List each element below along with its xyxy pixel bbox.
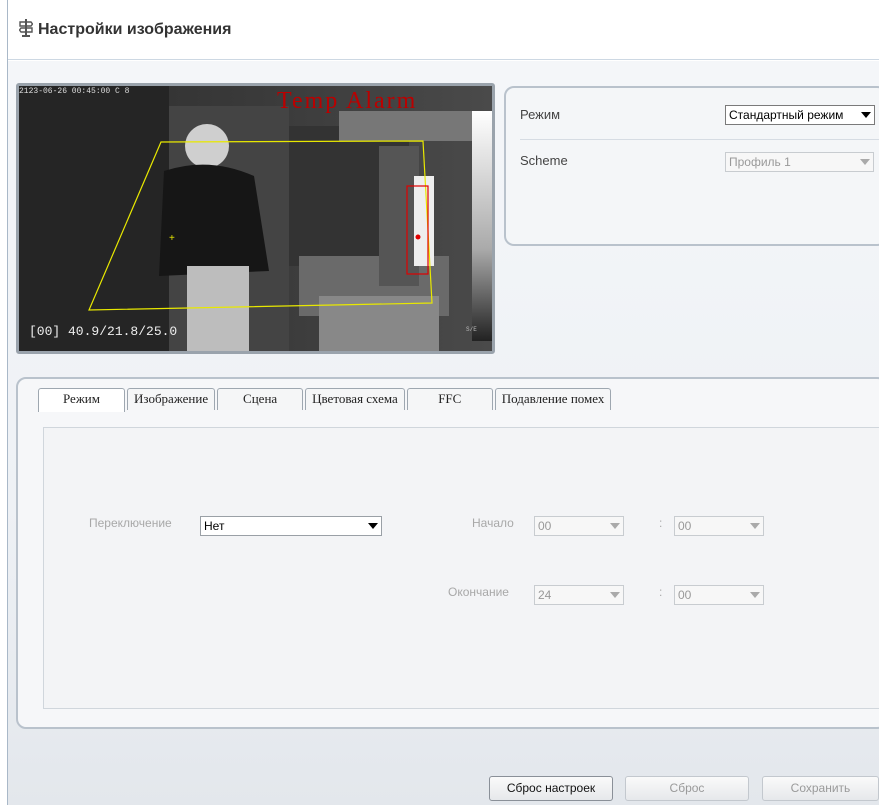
mode-select-value: Стандартный режим xyxy=(729,108,844,122)
chevron-down-icon xyxy=(750,592,760,598)
mode-tab-content: Переключение Нет Начало 00 : 00 Окончани… xyxy=(43,427,879,709)
page-header: Настройки изображения xyxy=(8,0,879,60)
reset-button[interactable]: Сброс xyxy=(625,776,749,801)
svg-text:+: + xyxy=(169,233,175,244)
time-separator: : xyxy=(659,585,663,599)
start-minute-select[interactable]: 00 xyxy=(674,516,764,536)
reset-defaults-button[interactable]: Сброс настроек xyxy=(489,776,613,801)
switch-select-value: Нет xyxy=(204,519,225,533)
settings-sign-icon xyxy=(19,19,33,37)
settings-tab-panel: Режим Изображение Сцена Цветовая схема F… xyxy=(16,377,879,729)
tab-image[interactable]: Изображение xyxy=(127,388,216,410)
chevron-down-icon xyxy=(368,523,378,529)
page-title: Настройки изображения xyxy=(38,21,232,38)
time-separator: : xyxy=(659,516,663,530)
mode-panel: Режим Стандартный режим Scheme Профиль 1 xyxy=(504,86,879,246)
start-minute-value: 00 xyxy=(678,519,692,533)
tab-scene[interactable]: Сцена xyxy=(217,388,304,410)
chevron-down-icon xyxy=(610,523,620,529)
scheme-select[interactable]: Профиль 1 xyxy=(725,152,874,172)
end-label: Окончание xyxy=(448,585,509,599)
scheme-select-value: Профиль 1 xyxy=(729,155,791,169)
video-timestamp: 2123-06-26 00:45:00 C 8 xyxy=(19,87,130,96)
chevron-down-icon xyxy=(860,159,870,165)
end-hour-value: 24 xyxy=(538,588,552,602)
video-preview[interactable]: + 2123-06-26 00:45:00 C 8 Temp Alarm [00… xyxy=(16,83,495,354)
tab-ffc[interactable]: FFC xyxy=(406,388,493,410)
chevron-down-icon xyxy=(610,592,620,598)
chevron-down-icon xyxy=(861,112,871,118)
switch-label: Переключение xyxy=(89,516,172,530)
switch-select[interactable]: Нет xyxy=(200,516,382,536)
video-corner-text: S/E xyxy=(466,326,477,333)
tab-bar: Режим Изображение Сцена Цветовая схема F… xyxy=(38,388,613,412)
end-minute-value: 00 xyxy=(678,588,692,602)
tab-noise-reduction[interactable]: Подавление помех xyxy=(494,388,612,410)
divider xyxy=(520,139,879,140)
mode-select[interactable]: Стандартный режим xyxy=(725,105,875,125)
scheme-label: Scheme xyxy=(520,153,568,168)
temperature-readout: [00] 40.9/21.8/25.0 xyxy=(29,324,178,339)
temp-alarm-label: Temp Alarm xyxy=(277,88,418,114)
start-hour-value: 00 xyxy=(538,519,552,533)
start-label: Начало xyxy=(472,516,514,530)
tab-mode[interactable]: Режим xyxy=(38,388,125,412)
end-minute-select[interactable]: 00 xyxy=(674,585,764,605)
thermal-scene: + xyxy=(19,86,492,351)
mode-label: Режим xyxy=(520,107,561,122)
end-hour-select[interactable]: 24 xyxy=(534,585,624,605)
settings-frame: Настройки изображения + 2123-06-26 00:45… xyxy=(7,0,879,805)
tab-color-scheme[interactable]: Цветовая схема xyxy=(305,388,405,410)
chevron-down-icon xyxy=(750,523,760,529)
start-hour-select[interactable]: 00 xyxy=(534,516,624,536)
save-button[interactable]: Сохранить xyxy=(762,776,879,801)
